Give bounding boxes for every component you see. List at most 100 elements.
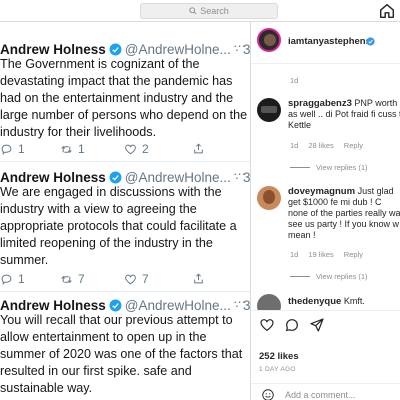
tweet-text-line: The Government is cognizant of the [0,57,200,71]
tweet-text-line: summer of 2020 was one of the factors th… [0,347,243,361]
home-icon[interactable] [378,2,396,20]
search-placeholder: Search [200,6,229,16]
comment-age: 1d [290,141,299,150]
comment-meta: 1d 19 likes Reply [290,250,363,259]
tweet-text-line: had on the entertainment industry and th… [0,91,234,105]
tweet-actions: 1 7 7 [0,272,250,288]
tweets-panel: Andrew Holness @AndrewHolne... · 3h ··· … [0,22,250,400]
tweet-actions: 1 1 2 [0,142,250,158]
tweet-text-line: resulted in our first spike. safe and [0,364,192,378]
more-options-icon[interactable]: ··· [233,38,246,53]
comment-username[interactable]: thedenyque [288,296,341,307]
divider [290,167,310,168]
verified-badge-icon [109,299,122,311]
comment-meta: 1d 28 likes Reply [290,141,363,150]
share-button[interactable] [192,142,205,155]
tweet-text-line: sustainable way. [0,381,93,395]
more-options-icon[interactable]: ··· [233,166,246,181]
retweet-icon [61,145,72,153]
reply-link[interactable]: Reply [344,141,363,150]
reply-count: 1 [18,272,25,286]
comment: thedenyque Kmft. [251,292,400,318]
comment-line: get $1000 fe mi dub ! C [288,197,382,207]
comment-text: doveymagnum Just glad get $1000 fe mi du… [288,186,400,241]
tweet-author-name[interactable]: Andrew Holness [0,298,106,313]
search-box[interactable]: Search [140,3,278,19]
reply-button[interactable]: 1 [0,272,25,286]
comment-likes[interactable]: 19 likes [308,250,333,259]
divider [290,276,310,277]
tweet-text-line: industry for their livelihoods. [0,125,157,139]
retweet-icon [61,275,72,283]
emoji-icon[interactable] [261,388,275,400]
top-navigation-bar: Search [0,0,400,22]
comment-line: as well .. di Pot fraid fi cuss t [288,109,400,119]
tweet[interactable]: Andrew Holness @AndrewHolne... · 3h ··· … [0,38,250,162]
post-author-age: 1d [290,76,299,85]
tweet-text-line: You will recall that our previous attemp… [0,313,233,327]
reply-button[interactable]: 1 [0,142,25,156]
tweet-text-line: industry with a view to agreeing the [0,202,197,216]
add-comment-placeholder: Add a comment... [285,390,356,400]
tweet-text-line: We are engaged in discussions with the [0,185,222,199]
comment-username[interactable]: doveymagnum [288,186,355,197]
heart-icon [125,144,136,154]
comment-line: Kmft. [343,296,365,306]
heart-icon [125,274,136,284]
comment-likes[interactable]: 28 likes [308,141,333,150]
tweet-text-line: devastating impact that the pandemic has [0,74,233,88]
like-button[interactable]: 2 [124,142,149,156]
verified-badge-icon [109,171,122,183]
tweet-author-handle[interactable]: @AndrewHolne... [125,298,231,313]
comment-age: 1d [290,250,299,259]
tweet-author-name[interactable]: Andrew Holness [0,42,106,57]
comment-line: mean ! [288,230,316,240]
heart-icon[interactable] [259,317,275,333]
more-options-icon[interactable]: ··· [233,294,246,309]
view-replies-button[interactable]: View replies (1) [290,272,368,281]
likes-count[interactable]: 252 likes [259,351,299,362]
reply-icon [1,144,12,155]
share-icon [194,273,203,284]
tweet-text: We are engaged in discussions with the i… [0,184,250,269]
like-button[interactable]: 7 [124,272,149,286]
comment-line: see us party ! If you know w [288,219,400,229]
verified-badge-icon [109,43,122,55]
retweet-count: 7 [78,272,85,286]
share-icon[interactable] [309,317,325,333]
avatar[interactable] [257,186,281,210]
tweet-author-name[interactable]: Andrew Holness [0,170,106,185]
tweet-author-handle[interactable]: @AndrewHolne... [125,170,231,185]
comment-line: Just glad [357,186,394,196]
retweet-button[interactable]: 1 [60,142,85,156]
tweet-text: You will recall that our previous attemp… [0,312,250,397]
post-author-username[interactable]: iamtanyastephens [288,36,371,47]
view-replies-button[interactable]: View replies (1) [290,163,368,172]
verified-badge-icon [366,37,375,46]
reply-link[interactable]: Reply [344,250,363,259]
tweet-text-line: allow entertainment to open up in the [0,330,207,344]
comment: doveymagnum Just glad get $1000 fe mi du… [251,184,400,294]
tweet[interactable]: Andrew Holness @AndrewHolne... · 3h ··· … [0,166,250,292]
instagram-post-panel: iamtanyastephens 1d spraggabenz3 PNP wor… [250,22,400,400]
like-count: 2 [142,142,149,156]
add-comment-field[interactable]: Add a comment... [251,383,400,400]
tweet-author-handle[interactable]: @AndrewHolne... [125,42,231,57]
comment: spraggabenz3 PNP worth as well .. di Pot… [251,96,400,186]
view-replies-label: View replies (1) [316,163,368,172]
avatar[interactable] [257,28,281,52]
post-actions-section: 252 likes 1 DAY AGO Add a comment... [251,310,400,400]
view-replies-label: View replies (1) [316,272,368,281]
comment-username[interactable]: spraggabenz3 [288,98,352,109]
tweet[interactable]: Andrew Holness @AndrewHolne... · 3h ··· … [0,294,250,400]
share-button[interactable] [192,272,205,285]
avatar[interactable] [257,98,281,122]
reply-icon [1,274,12,285]
comment-icon[interactable] [284,317,300,333]
tweet-text-line: limited reopening of the industry in the [0,236,213,250]
retweet-button[interactable]: 7 [60,272,85,286]
tweet-text: The Government is cognizant of the devas… [0,56,250,141]
share-icon [194,143,203,154]
post-header: iamtanyastephens [251,22,400,64]
comment-text: thedenyque Kmft. [288,296,365,307]
